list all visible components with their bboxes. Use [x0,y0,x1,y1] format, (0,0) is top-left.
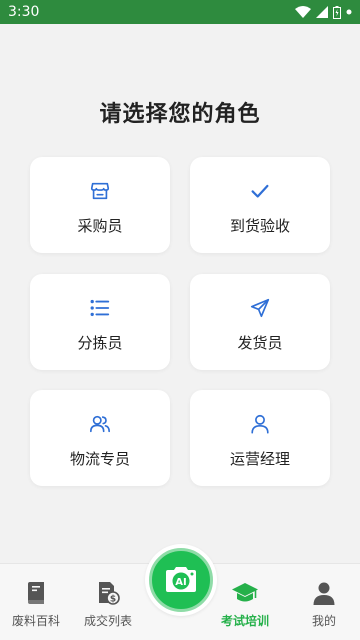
nav-item-profile[interactable]: 我的 [288,580,360,629]
send-icon [248,296,272,320]
role-card-arrival-inspection[interactable]: 到货验收 [190,157,330,253]
graduation-cap-icon [231,580,259,606]
role-label: 到货验收 [229,217,290,235]
role-card-shipper[interactable]: 发货员 [190,274,330,370]
users-icon [88,412,112,436]
status-bar: 3:30 [0,0,360,24]
ai-camera-icon: AI [149,548,213,612]
status-icons [295,5,352,19]
role-label: 发货员 [237,334,283,352]
ai-camera-button[interactable]: AI [145,544,217,616]
profile-icon [312,580,336,606]
signal-icon [316,6,328,18]
role-card-purchaser[interactable]: 采购员 [30,157,170,253]
role-card-operations-manager[interactable]: 运营经理 [190,390,330,486]
status-time: 3:30 [8,4,40,20]
nav-item-scrap-encyclopedia[interactable]: 废料百科 [0,580,72,629]
battery-icon [333,5,341,19]
wifi-icon [295,6,311,18]
list-icon [88,296,112,320]
role-label: 采购员 [77,217,123,235]
page-title: 请选择您的角色 [99,102,261,127]
svg-text:$: $ [110,595,116,605]
role-card-sorter[interactable]: 分拣员 [30,274,170,370]
nav-item-deal-list[interactable]: $ 成交列表 [72,580,144,629]
document-dollar-icon: $ [96,580,120,606]
ai-badge: AI [175,577,186,588]
role-label: 物流专员 [69,450,130,468]
nav-label: 废料百科 [11,614,60,628]
role-label: 分拣员 [77,334,123,352]
checkmark-icon [248,179,272,203]
role-label: 运营经理 [229,450,290,468]
user-icon [248,412,272,436]
notification-dot-icon [346,9,352,15]
book-icon [25,580,47,606]
nav-label: 考试培训 [220,614,269,628]
role-card-logistics-specialist[interactable]: 物流专员 [30,390,170,486]
store-icon [88,179,112,203]
nav-item-exam-training[interactable]: 考试培训 [209,580,281,629]
nav-label: 成交列表 [83,614,132,628]
nav-label: 我的 [311,614,336,628]
